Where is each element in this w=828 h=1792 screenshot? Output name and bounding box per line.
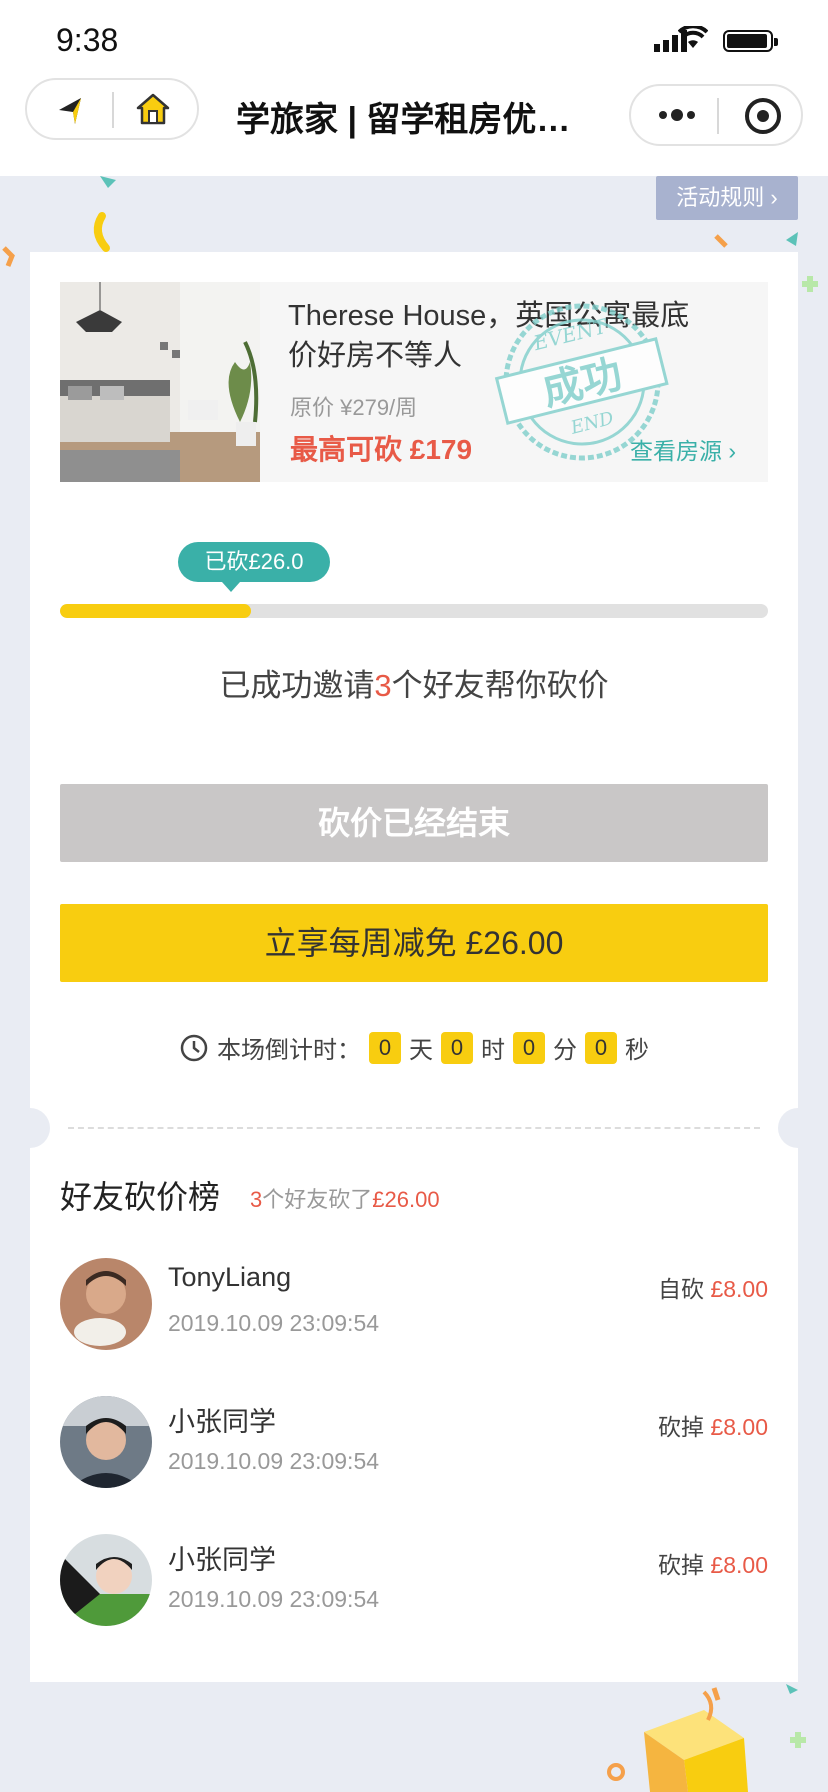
minutes-unit: 分 (553, 1037, 577, 1064)
capsule-divider (717, 98, 719, 134)
friend-cut: 砍掉 £8.00 (658, 1408, 768, 1442)
status-time: 9:38 (56, 22, 119, 58)
dashed-divider (68, 1127, 760, 1129)
invite-summary: 已成功邀请3个好友帮你砍价 (60, 660, 768, 705)
countdown: 本场倒计时： 0 天 0 时 0 分 0 秒 (60, 1030, 768, 1065)
avatar (60, 1258, 152, 1350)
leaderboard-count: 3 (250, 1187, 263, 1212)
home-icon[interactable] (135, 92, 171, 126)
product-image (60, 282, 260, 482)
countdown-hours: 0 (441, 1031, 473, 1064)
leaderboard-row: TonyLiang 2019.10.09 23:09:54 自砍 £8.00 (60, 1258, 768, 1358)
progress-bubble-tip (222, 582, 240, 592)
nav-capsule-left (25, 78, 199, 140)
friend-time: 2019.10.09 23:09:54 (168, 1310, 380, 1336)
countdown-minutes: 0 (513, 1031, 545, 1064)
chevron-right-icon: › (728, 438, 737, 464)
gift-box-decoration (607, 1684, 806, 1792)
countdown-days: 0 (369, 1031, 401, 1064)
friend-cut: 自砍 £8.00 (658, 1270, 768, 1304)
avatar (60, 1534, 152, 1626)
back-arrow-icon[interactable] (55, 94, 87, 126)
days-unit: 天 (409, 1037, 433, 1064)
page-title: 学旅家 | 留学租房优惠... (236, 101, 596, 139)
leaderboard-row: 小张同学 2019.10.09 23:09:54 砍掉 £8.00 (60, 1396, 768, 1496)
wifi-icon (678, 26, 708, 48)
view-listing-link[interactable]: 查看房源 › (630, 432, 736, 466)
leaderboard-row: 小张同学 2019.10.09 23:09:54 砍掉 £8.00 (60, 1534, 768, 1634)
friend-time: 2019.10.09 23:09:54 (168, 1586, 380, 1612)
close-miniprogram-icon[interactable] (743, 96, 783, 136)
original-price: 原价 ¥279/周 (290, 395, 418, 420)
friend-name: 小张同学 (168, 1545, 276, 1575)
cut-amount: £8.00 (710, 1552, 768, 1578)
card-notch-left (10, 1108, 50, 1148)
invite-suffix: 个好友帮你砍价 (391, 668, 609, 703)
progress-fill (60, 604, 252, 618)
cut-action: 自砍 (658, 1276, 705, 1302)
friend-time: 2019.10.09 23:09:54 (168, 1448, 380, 1474)
clock-icon (180, 1034, 208, 1061)
claim-discount-button[interactable]: 立享每周减免 £26.00 (60, 904, 768, 982)
cut-action: 砍掉 (658, 1414, 705, 1440)
view-listing-label: 查看房源 (630, 438, 722, 464)
progress-track (60, 604, 768, 618)
battery-icon (723, 30, 778, 52)
more-icon[interactable] (657, 104, 697, 126)
stamp-main-text: 成功 (538, 351, 627, 415)
invite-prefix: 已成功邀请 (219, 668, 375, 703)
cut-amount: £8.00 (710, 1414, 768, 1440)
leaderboard-summary: 3个好友砍了£26.00 (250, 1182, 440, 1214)
activity-rules-button[interactable]: 活动规则 › (656, 176, 798, 220)
leaderboard-mid: 个好友砍了 (262, 1187, 373, 1212)
nav-capsule-right (629, 84, 803, 146)
countdown-label: 本场倒计时： (217, 1037, 361, 1064)
seconds-unit: 秒 (625, 1037, 649, 1064)
stamp-bottom-text: END (568, 408, 617, 439)
rules-label: 活动规则 (676, 185, 765, 210)
card-notch-right (778, 1108, 818, 1148)
cut-amount: £8.00 (710, 1276, 768, 1302)
countdown-seconds: 0 (585, 1031, 617, 1064)
leaderboard-amount: £26.00 (372, 1187, 440, 1212)
hours-unit: 时 (481, 1037, 505, 1064)
chevron-right-icon: › (770, 185, 778, 210)
friend-name: 小张同学 (168, 1407, 276, 1437)
progress-bubble: 已砍£26.0 (178, 542, 330, 582)
friend-cut: 砍掉 £8.00 (658, 1546, 768, 1580)
cut-action: 砍掉 (658, 1552, 705, 1578)
bargain-ended-button[interactable]: 砍价已经结束 (60, 784, 768, 862)
capsule-divider (112, 92, 114, 128)
avatar (60, 1396, 152, 1488)
friend-name: TonyLiang (168, 1262, 292, 1292)
max-cut-price: 最高可砍 £179 (290, 434, 473, 465)
leaderboard-title: 好友砍价榜 (60, 1179, 221, 1215)
invite-count: 3 (374, 668, 392, 703)
